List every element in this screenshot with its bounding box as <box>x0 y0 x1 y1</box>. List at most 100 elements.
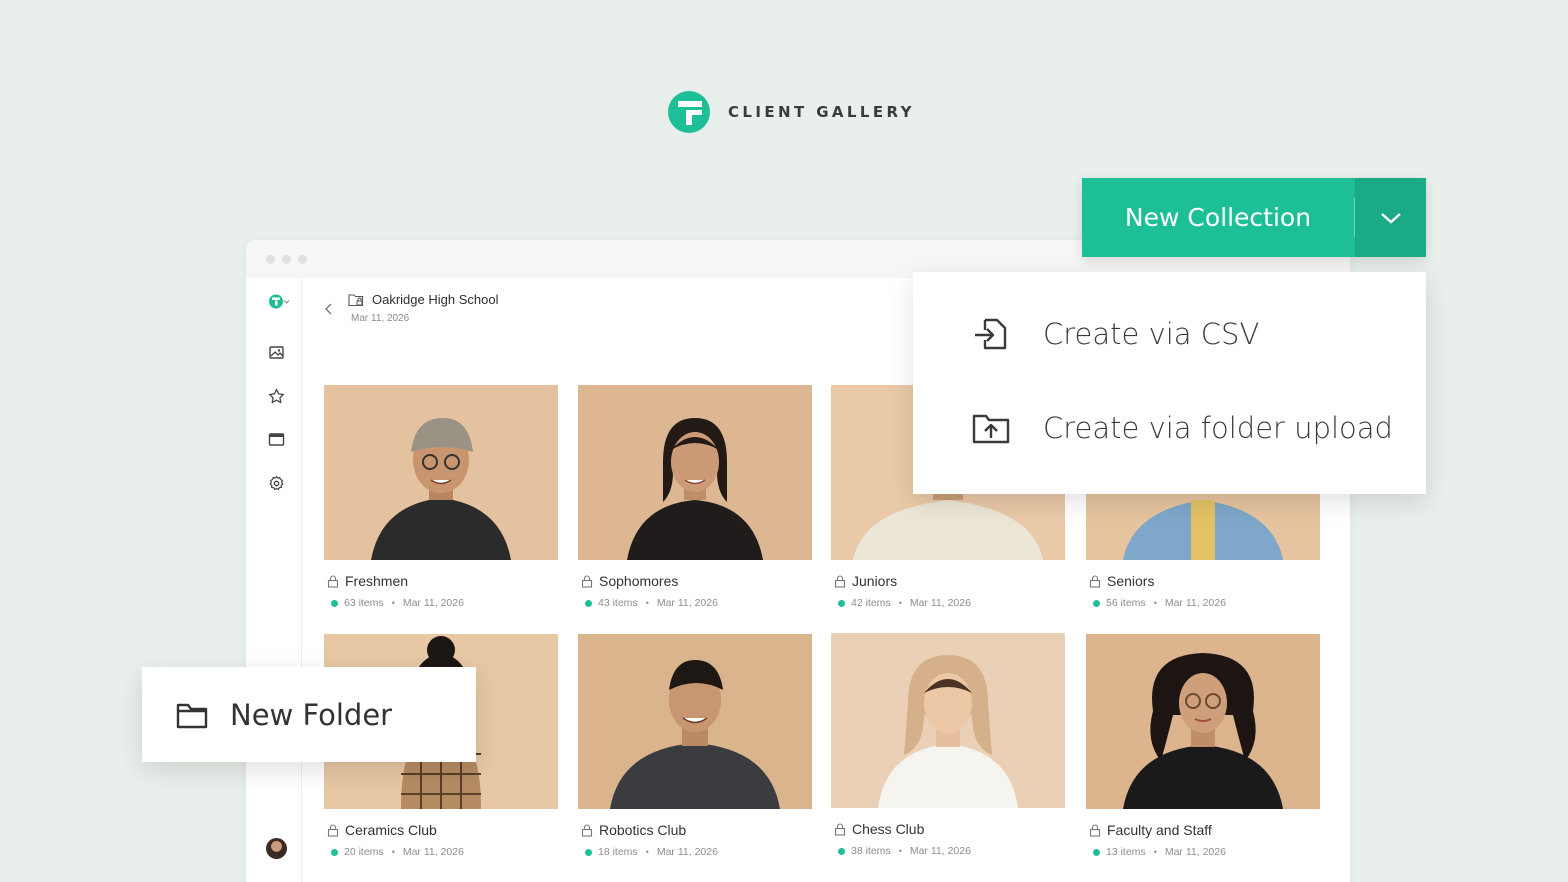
item-count: 42 items <box>851 597 891 609</box>
new-collection-button[interactable]: New Collection <box>1082 178 1426 257</box>
window-dot <box>282 255 291 264</box>
collection-title[interactable]: Robotics Club <box>581 822 686 838</box>
status-dot <box>585 848 592 856</box>
collection-card[interactable]: Chess Club 38 items • Mar 11, 2026 <box>831 633 1065 857</box>
meta-separator: • <box>1153 598 1157 608</box>
collection-date: Mar 11, 2026 <box>909 845 971 857</box>
gear-icon[interactable] <box>268 475 285 492</box>
new-collection-menu: Create via CSV Create via folder upload <box>913 272 1426 494</box>
collection-title-text: Sophomores <box>599 573 679 589</box>
collection-title-text: Freshmen <box>345 573 409 589</box>
collection-thumbnail[interactable] <box>831 633 1065 808</box>
collection-meta: 20 items • Mar 11, 2026 <box>331 846 464 858</box>
collection-title-text: Ceramics Club <box>345 822 437 838</box>
lock-icon <box>581 823 593 837</box>
collection-thumbnail[interactable] <box>578 634 812 809</box>
new-folder-button[interactable]: New Folder <box>142 667 476 762</box>
collection-date: Mar 11, 2026 <box>909 597 971 609</box>
collection-meta: 18 items • Mar 11, 2026 <box>585 846 718 858</box>
back-chevron-icon[interactable] <box>322 302 336 316</box>
item-count: 63 items <box>344 597 384 609</box>
portrait-image <box>627 418 763 560</box>
meta-separator: • <box>391 598 395 608</box>
chevron-down-icon <box>1380 212 1401 224</box>
item-count: 20 items <box>344 846 384 858</box>
folder-icon <box>176 703 208 728</box>
lock-icon <box>834 822 846 836</box>
portrait-image <box>371 418 511 560</box>
status-dot <box>1093 599 1100 607</box>
collection-thumbnail[interactable] <box>324 385 558 560</box>
item-count: 13 items <box>1106 846 1146 858</box>
portrait-image <box>878 655 1018 808</box>
collection-title-text: Chess Club <box>852 821 925 837</box>
collection-title-text: Seniors <box>1107 573 1155 589</box>
collection-title[interactable]: Faculty and Staff <box>1089 822 1212 838</box>
collection-card[interactable]: Freshmen 63 items • Mar 11, 2026 <box>324 385 558 609</box>
collection-date: Mar 11, 2026 <box>1164 846 1226 858</box>
meta-separator: • <box>645 598 649 608</box>
collection-date: Mar 11, 2026 <box>402 597 464 609</box>
collection-title[interactable]: Chess Club <box>834 821 924 837</box>
lock-icon <box>1089 823 1101 837</box>
new-folder-label: New Folder <box>230 697 393 732</box>
menu-item-create-via-csv[interactable]: Create via CSV <box>971 314 1259 354</box>
collection-date: Mar 11, 2026 <box>402 846 464 858</box>
client-gallery-logo-icon <box>668 91 710 133</box>
collection-meta: 42 items • Mar 11, 2026 <box>838 597 971 609</box>
meta-separator: • <box>898 598 902 608</box>
gallery-icon[interactable] <box>268 344 285 361</box>
brand-header: CLIENT GALLERY <box>668 91 915 133</box>
collection-card[interactable]: Faculty and Staff 13 items • Mar 11, 202… <box>1086 634 1320 858</box>
collection-card[interactable]: Sophomores 43 items • Mar 11, 2026 <box>578 385 812 609</box>
status-dot <box>838 847 845 855</box>
lock-icon <box>327 574 339 588</box>
collection-meta: 38 items • Mar 11, 2026 <box>838 845 971 857</box>
meta-separator: • <box>898 846 902 856</box>
collection-title-text: Juniors <box>852 573 898 589</box>
portrait-image <box>1123 653 1283 809</box>
item-count: 43 items <box>598 597 638 609</box>
star-icon[interactable] <box>268 388 285 405</box>
item-count: 18 items <box>598 846 638 858</box>
menu-item-create-via-folder-upload[interactable]: Create via folder upload <box>971 408 1393 448</box>
status-dot <box>331 848 338 856</box>
file-import-icon <box>975 318 1007 350</box>
meta-separator: • <box>1153 847 1157 857</box>
collection-meta: 13 items • Mar 11, 2026 <box>1093 846 1226 858</box>
collection-date: Mar 11, 2026 <box>1164 597 1226 609</box>
new-collection-label[interactable]: New Collection <box>1082 178 1354 257</box>
meta-separator: • <box>645 847 649 857</box>
page-title: Oakridge High School <box>372 292 499 307</box>
sidebar <box>246 278 302 882</box>
window-dot <box>266 255 275 264</box>
new-collection-dropdown-toggle[interactable] <box>1355 178 1426 257</box>
collection-title[interactable]: Freshmen <box>327 573 408 589</box>
lock-icon <box>581 574 593 588</box>
collection-title[interactable]: Ceramics Club <box>327 822 437 838</box>
menu-item-label: Create via CSV <box>1043 317 1260 351</box>
brand-name: CLIENT GALLERY <box>728 103 915 121</box>
collection-date: Mar 11, 2026 <box>656 846 718 858</box>
collection-title[interactable]: Seniors <box>1089 573 1154 589</box>
item-count: 56 items <box>1106 597 1146 609</box>
user-avatar[interactable] <box>266 838 287 859</box>
window-dot <box>298 255 307 264</box>
lock-icon <box>834 574 846 588</box>
page-date: Mar 11, 2026 <box>351 313 410 324</box>
collection-title[interactable]: Juniors <box>834 573 897 589</box>
browser-window-icon[interactable] <box>268 431 285 448</box>
collection-thumbnail[interactable] <box>578 385 812 560</box>
collection-meta: 43 items • Mar 11, 2026 <box>585 597 718 609</box>
lock-icon <box>327 823 339 837</box>
sidebar-logo-icon[interactable] <box>268 293 290 310</box>
portrait-image <box>610 660 780 809</box>
collection-title-text: Robotics Club <box>599 822 687 838</box>
collection-title[interactable]: Sophomores <box>581 573 678 589</box>
collection-thumbnail[interactable] <box>1086 634 1320 809</box>
collection-card[interactable]: Robotics Club 18 items • Mar 11, 2026 <box>578 634 812 858</box>
menu-item-label: Create via folder upload <box>1043 411 1393 445</box>
collection-meta: 56 items • Mar 11, 2026 <box>1093 597 1226 609</box>
collection-date: Mar 11, 2026 <box>656 597 718 609</box>
lock-icon <box>1089 574 1101 588</box>
